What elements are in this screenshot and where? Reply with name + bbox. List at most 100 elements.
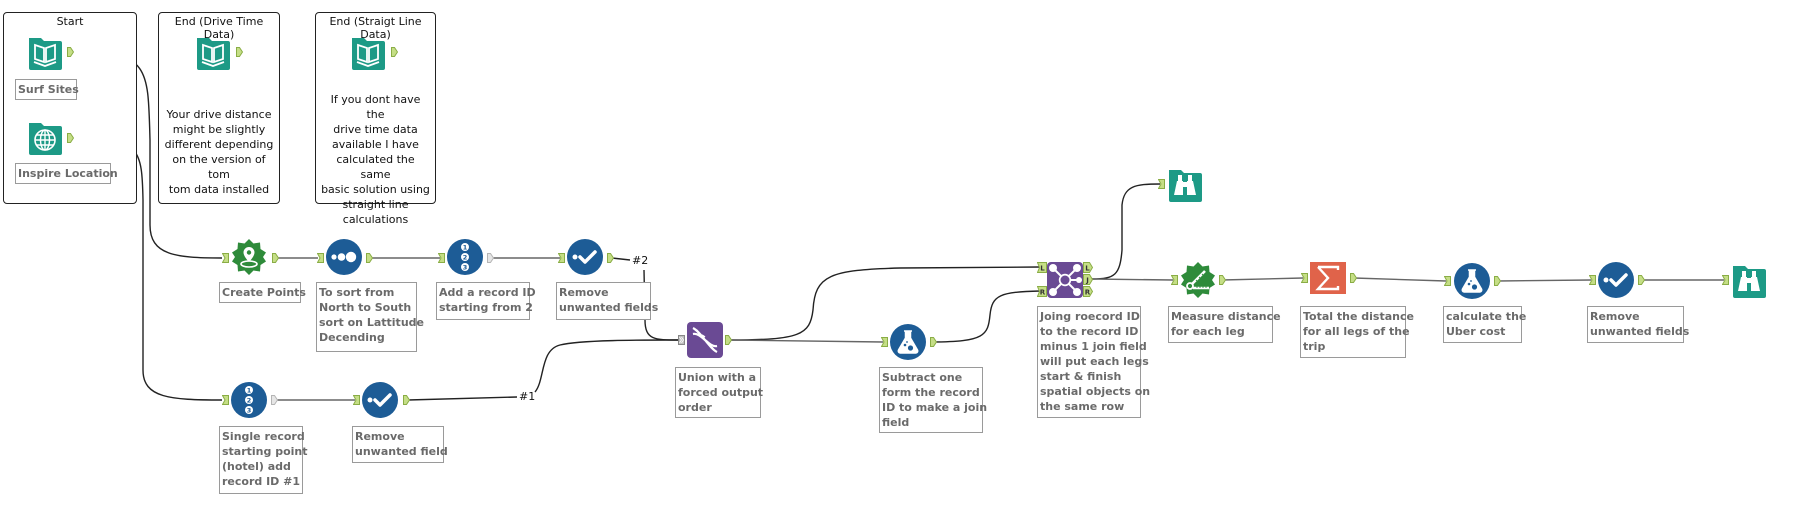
tool-select-final[interactable] — [1598, 262, 1634, 298]
tool-browse[interactable] — [1167, 167, 1203, 203]
input-anchor[interactable] — [1444, 276, 1451, 286]
multi-input-anchor[interactable] — [678, 335, 685, 345]
tool-browse-final[interactable] — [1731, 263, 1767, 299]
output-anchor[interactable] — [607, 253, 614, 263]
tool-record-id[interactable]: 1 2 3 — [447, 239, 483, 275]
output-anchor[interactable] — [271, 395, 278, 405]
join-output-anchor-J[interactable]: J — [1083, 274, 1093, 285]
map-pin-icon — [232, 239, 266, 275]
tool-join[interactable] — [1047, 262, 1083, 298]
output-anchor[interactable] — [272, 253, 279, 263]
note-line: on the version of tom — [172, 153, 266, 181]
input-anchor[interactable] — [1589, 275, 1596, 285]
tool-label: Measure distance for each leg — [1168, 306, 1281, 343]
label-line: for all legs of the — [1303, 325, 1410, 338]
input-anchor[interactable] — [1301, 273, 1308, 283]
distance-ruler-icon — [1181, 262, 1215, 298]
output-anchor[interactable] — [403, 395, 410, 405]
note-line: calculated the same — [336, 153, 415, 181]
input-anchor[interactable] — [1158, 179, 1165, 189]
output-anchor[interactable] — [67, 133, 74, 143]
output-anchor[interactable] — [1219, 275, 1226, 285]
output-anchor[interactable] — [236, 47, 243, 57]
input-anchor[interactable] — [1722, 275, 1729, 285]
output-anchor[interactable] — [391, 47, 398, 57]
output-anchor[interactable] — [930, 337, 937, 347]
label-line: Single record — [222, 430, 305, 443]
input-anchor[interactable] — [222, 395, 229, 405]
tool-distance[interactable] — [1180, 262, 1216, 298]
book-input-icon — [29, 38, 62, 70]
join-input-anchor-L[interactable]: L — [1037, 262, 1047, 273]
join-output-anchor-L[interactable]: L — [1083, 262, 1093, 273]
label-line: order — [678, 401, 712, 414]
output-anchor[interactable] — [1494, 276, 1501, 286]
tool-create-points[interactable] — [231, 239, 267, 275]
input-anchor[interactable] — [881, 337, 888, 347]
input-anchor[interactable] — [438, 253, 445, 263]
wire-label-1: #1 — [519, 390, 536, 403]
label-line: calculate the — [1446, 310, 1527, 323]
output-anchor[interactable] — [1350, 273, 1357, 283]
binoculars-browse-icon — [1169, 170, 1202, 202]
input-anchor[interactable] — [558, 253, 565, 263]
tool-formula-join-field[interactable] — [890, 324, 926, 360]
svg-text:J: J — [1085, 277, 1089, 285]
tool-drive-time-input[interactable] — [195, 35, 231, 71]
wire-summarize-to-formula — [1353, 277, 1447, 282]
binoculars-browse-icon — [1733, 266, 1766, 298]
wire-join-to-browse — [1091, 183, 1161, 280]
output-anchor[interactable] — [725, 335, 732, 345]
tool-sort[interactable] — [326, 239, 362, 275]
tool-label: Union with a forced output order — [675, 367, 763, 418]
output-anchor[interactable] — [67, 47, 74, 57]
tool-label: Surf Sites — [15, 79, 79, 100]
note-line: available I have — [332, 138, 419, 151]
input-anchor[interactable] — [353, 395, 360, 405]
tool-inspire-location-input[interactable] — [27, 120, 63, 156]
label-line: unwanted field — [355, 445, 448, 458]
sigma-summarize-icon — [1310, 262, 1346, 294]
label-line: starting from 2 — [439, 301, 533, 314]
book-input-icon — [352, 38, 385, 70]
input-anchor[interactable] — [1171, 275, 1178, 285]
output-anchor[interactable] — [366, 253, 373, 263]
wire-union-to-join-L — [729, 266, 1041, 341]
svg-text:1: 1 — [463, 244, 468, 252]
label-line: Joing roecord ID — [1040, 310, 1140, 323]
note-line: calculations — [342, 213, 409, 226]
label-line: Total the distance — [1303, 310, 1414, 323]
tool-label: Add a record ID starting from 2 — [436, 282, 536, 320]
tool-summarize[interactable] — [1310, 262, 1346, 298]
tool-straight-line-input[interactable] — [350, 35, 386, 71]
output-anchor[interactable] — [487, 253, 494, 263]
input-anchor[interactable] — [222, 253, 229, 263]
tool-formula-uber-cost[interactable] — [1454, 263, 1490, 299]
book-input-icon — [197, 38, 230, 70]
wire-formula-to-select — [1497, 279, 1592, 282]
label-line: Remove — [1590, 310, 1640, 323]
note-line: straight line — [342, 198, 409, 211]
label-line: To sort from — [319, 286, 395, 299]
tool-union[interactable] — [687, 322, 723, 358]
tool-select-start[interactable] — [362, 382, 398, 418]
wire-formula-to-join-R — [931, 290, 1041, 343]
svg-text:L: L — [1085, 265, 1090, 273]
label-line: Measure distance — [1171, 310, 1281, 323]
join-input-anchor-R[interactable]: R — [1037, 286, 1047, 297]
input-anchor[interactable] — [317, 253, 324, 263]
workflow-canvas[interactable]: Start End (Drive Time Data) Your drive d… — [0, 0, 1809, 521]
note-line: might be slightly — [172, 123, 266, 136]
label-line: (hotel) add — [222, 460, 291, 473]
note-line: Your drive distance — [166, 108, 272, 121]
tool-record-id-start[interactable]: 1 2 3 — [231, 382, 267, 418]
tool-select[interactable] — [567, 239, 603, 275]
tool-surf-sites-input[interactable] — [27, 35, 63, 71]
svg-text:3: 3 — [247, 407, 252, 415]
join-output-anchor-R[interactable]: R — [1083, 286, 1093, 297]
svg-text:L: L — [1040, 265, 1045, 273]
output-anchor[interactable] — [1638, 275, 1645, 285]
label-line: Add a record ID — [439, 286, 536, 299]
formula-flask-icon — [1454, 263, 1490, 299]
label-line: form the record — [882, 386, 980, 399]
